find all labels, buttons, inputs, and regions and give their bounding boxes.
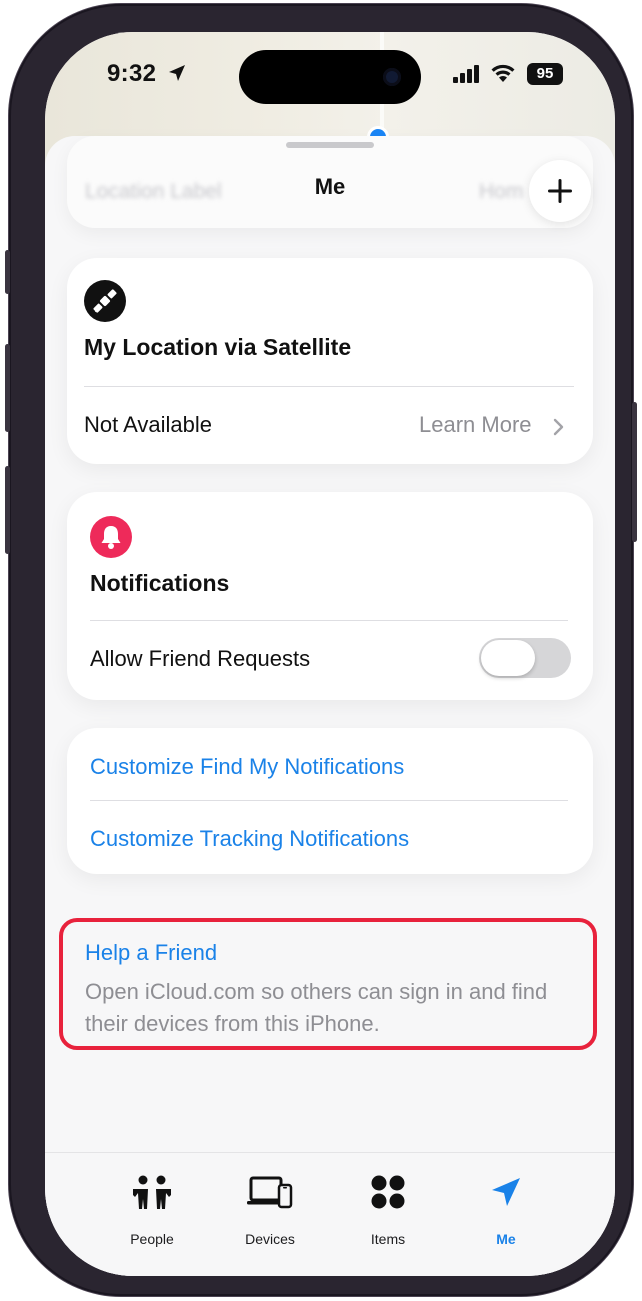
volume-down-button	[5, 466, 10, 554]
tab-items[interactable]: Items	[333, 1153, 443, 1263]
allow-friend-requests-toggle[interactable]	[479, 638, 571, 678]
customize-find-my-notifications-link[interactable]: Customize Find My Notifications	[90, 754, 404, 780]
help-a-friend-link[interactable]: Help a Friend	[85, 940, 217, 966]
customize-card: Customize Find My Notifications Customiz…	[67, 728, 593, 874]
satellite-icon	[84, 280, 126, 322]
items-icon	[371, 1175, 405, 1209]
help-a-friend-section: Help a Friend Open iCloud.com so others …	[59, 918, 597, 1050]
satellite-card: My Location via Satellite Not Available …	[67, 258, 593, 464]
tab-me[interactable]: Me	[451, 1153, 561, 1263]
action-button	[5, 250, 10, 294]
people-icon	[133, 1175, 171, 1209]
status-bar: 9:32 95	[45, 32, 615, 122]
location-services-icon	[169, 65, 185, 81]
front-camera	[383, 68, 401, 86]
plus-icon	[548, 179, 572, 203]
toggle-knob	[481, 640, 535, 676]
divider	[84, 386, 574, 387]
battery-indicator: 95	[527, 63, 563, 85]
tab-label: Me	[496, 1231, 516, 1247]
volume-up-button	[5, 344, 10, 432]
phone-frame: 9:32 95 Location Label Hom Me My Locatio…	[5, 4, 637, 1296]
learn-more-label: Learn More	[419, 412, 532, 437]
notifications-title: Notifications	[90, 570, 230, 596]
tab-label: Items	[370, 1231, 406, 1247]
sheet-grabber[interactable]	[286, 142, 374, 148]
bell-icon	[90, 516, 132, 558]
wifi-icon	[491, 64, 515, 82]
divider	[90, 620, 568, 621]
learn-more-link[interactable]: Learn More	[419, 408, 579, 442]
customize-tracking-notifications-link[interactable]: Customize Tracking Notifications	[90, 826, 409, 852]
tab-bar: People Devices Items Me	[45, 1152, 615, 1276]
satellite-title: My Location via Satellite	[84, 334, 352, 360]
tab-label: Devices	[245, 1231, 295, 1247]
devices-icon	[247, 1176, 293, 1209]
help-a-friend-description: Open iCloud.com so others can sign in an…	[85, 979, 548, 1036]
tab-people[interactable]: People	[97, 1153, 207, 1263]
satellite-status: Not Available	[84, 412, 213, 437]
cellular-signal-icon	[453, 65, 479, 83]
add-button[interactable]	[529, 160, 591, 222]
tab-devices[interactable]: Devices	[215, 1153, 325, 1263]
power-button	[632, 402, 637, 542]
tab-label: People	[130, 1231, 174, 1247]
status-time: 9:32	[107, 60, 157, 87]
chevron-right-icon	[553, 418, 564, 436]
allow-friend-requests-label: Allow Friend Requests	[90, 646, 311, 671]
divider	[90, 800, 568, 801]
screen: 9:32 95 Location Label Hom Me My Locatio…	[45, 32, 615, 1276]
notifications-card: Notifications Allow Friend Requests	[67, 492, 593, 700]
location-arrow-icon	[492, 1178, 520, 1206]
